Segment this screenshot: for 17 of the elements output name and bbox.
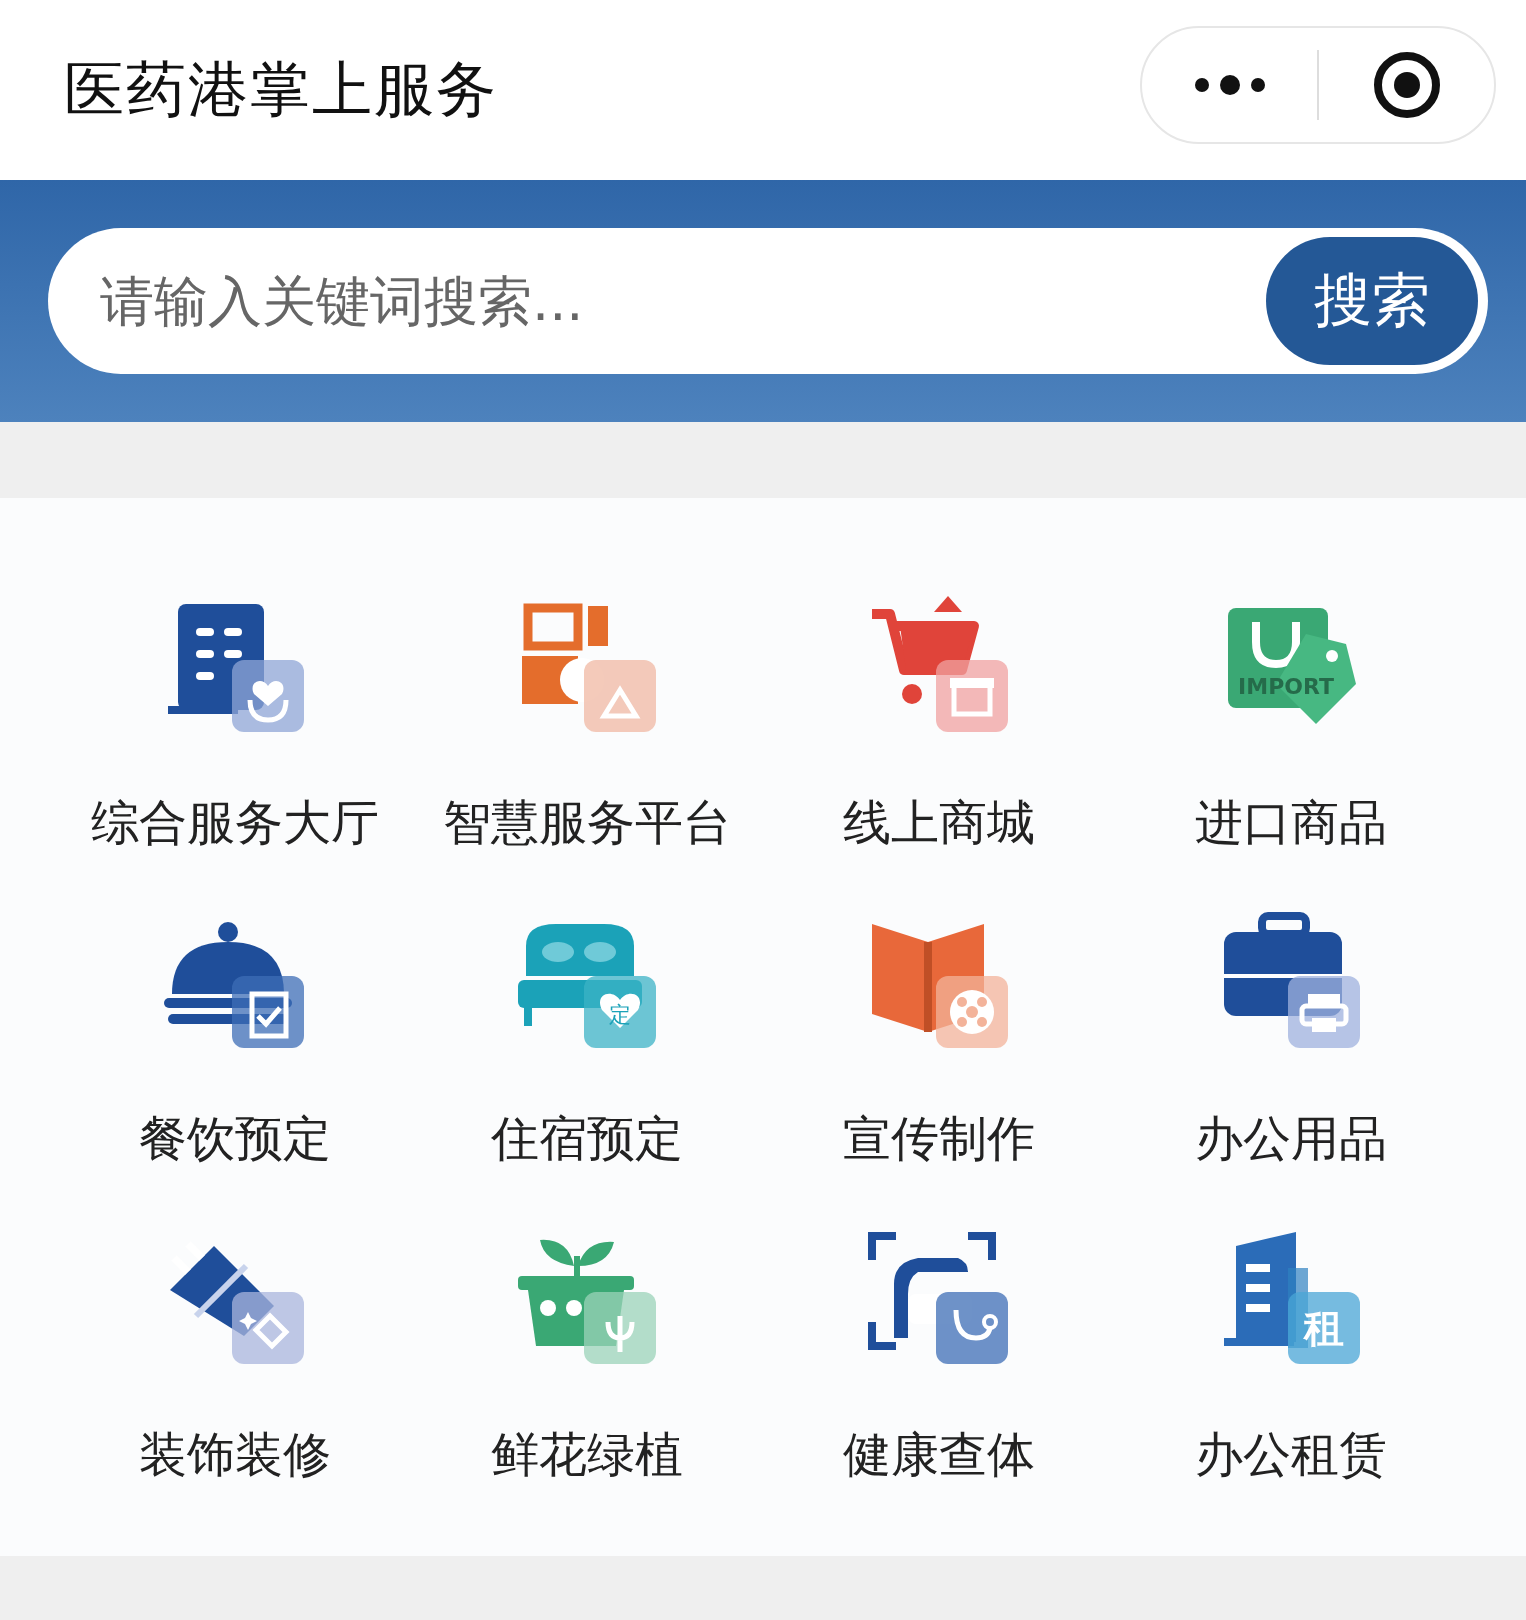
service-item[interactable]: 综合服务大厅: [59, 594, 411, 854]
service-item[interactable]: 定 住宿预定: [411, 910, 763, 1170]
service-item[interactable]: 办公用品: [1115, 910, 1467, 1170]
service-item[interactable]: 健康查体: [763, 1226, 1115, 1486]
service-item[interactable]: 智慧服务平台: [411, 594, 763, 854]
service-item[interactable]: IMPORT 进口商品: [1115, 594, 1467, 854]
more-icon: [1193, 75, 1266, 95]
service-item[interactable]: 线上商城: [763, 594, 1115, 854]
search-field[interactable]: 请输入关键词搜索... 搜索: [48, 228, 1488, 374]
service-item[interactable]: 鲜花绿植: [411, 1226, 763, 1486]
page-title: 医药港掌上服务: [64, 52, 498, 126]
service-item[interactable]: 装饰装修: [59, 1226, 411, 1486]
service-item[interactable]: 宣传制作: [763, 910, 1115, 1170]
target-icon: [1372, 51, 1441, 119]
service-item[interactable]: 餐饮预定: [59, 910, 411, 1170]
search-button[interactable]: 搜索: [1266, 237, 1478, 365]
service-item[interactable]: 租 办公租赁: [1115, 1226, 1467, 1486]
